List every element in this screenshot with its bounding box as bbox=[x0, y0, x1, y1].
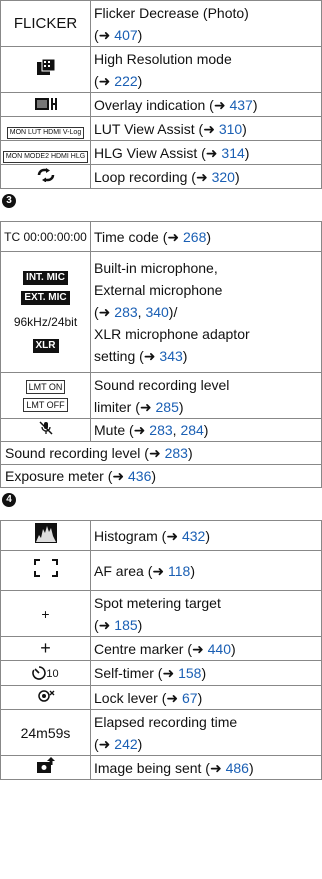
description-cell: Loop recording (➜ 320) bbox=[90, 164, 322, 189]
table-row: 24m59s Elapsed recording time (➜ 242) bbox=[0, 709, 322, 756]
description-cell: Elapsed recording time (➜ 242) bbox=[90, 709, 322, 756]
table-row: AF area (➜ 118) bbox=[0, 550, 322, 591]
loop-icon bbox=[0, 164, 91, 189]
description-cell: Built-in microphone, External microphone… bbox=[90, 251, 322, 373]
icon-table-2: TC 00:00:00:00 Time code (➜ 268) INT. MI… bbox=[0, 221, 322, 488]
table-row: Loop recording (➜ 320) bbox=[0, 164, 322, 189]
audio-format-label: 96kHz/24bit bbox=[13, 315, 78, 329]
page-ref-link[interactable]: 432 bbox=[182, 528, 205, 544]
table-row: Mute (➜ 283, 284) bbox=[0, 418, 322, 442]
section-marker-3: 3 bbox=[0, 189, 322, 213]
description-cell: Image being sent (➜ 486) bbox=[90, 755, 322, 780]
table-row: Exposure meter (➜ 436) bbox=[0, 464, 322, 488]
page-ref-link[interactable]: 343 bbox=[159, 348, 182, 364]
description-cell: Time code (➜ 268) bbox=[90, 221, 322, 252]
page-ref-link[interactable]: 283 bbox=[165, 445, 188, 461]
circled-number: 4 bbox=[2, 493, 16, 507]
description-cell: Spot metering target (➜ 185) bbox=[90, 590, 322, 637]
af-area-icon bbox=[0, 550, 91, 591]
histogram-icon bbox=[0, 520, 91, 551]
description-cell: Centre marker (➜ 440) bbox=[90, 636, 322, 661]
page-ref-link[interactable]: 158 bbox=[178, 665, 201, 681]
page-ref-link[interactable]: 283 bbox=[114, 304, 137, 320]
lock-lever-icon bbox=[0, 685, 91, 710]
table-row: Image being sent (➜ 486) bbox=[0, 755, 322, 780]
timecode-icon: TC 00:00:00:00 bbox=[0, 221, 91, 252]
description-cell: Exposure meter (➜ 436) bbox=[0, 464, 322, 488]
description-cell: Flicker Decrease (Photo) (➜ 407) bbox=[90, 0, 322, 47]
page-ref-link[interactable]: 437 bbox=[229, 97, 252, 113]
page-ref-link[interactable]: 310 bbox=[219, 121, 242, 137]
page-ref-link[interactable]: 283 bbox=[149, 422, 172, 438]
self-timer-icon: 10 bbox=[0, 660, 91, 686]
page-ref-link[interactable]: 436 bbox=[128, 468, 151, 484]
page-ref-link[interactable]: 314 bbox=[221, 145, 244, 161]
description-cell: Self-timer (➜ 158) bbox=[90, 660, 322, 686]
image-sending-icon bbox=[0, 755, 91, 780]
table-row: Histogram (➜ 432) bbox=[0, 520, 322, 551]
table-row: FLICKER Flicker Decrease (Photo) (➜ 407) bbox=[0, 0, 322, 47]
lut-view-assist-icon: MON LUT HDMI V-Log bbox=[0, 116, 91, 141]
overlay-icon bbox=[0, 92, 91, 117]
page-ref-link[interactable]: 285 bbox=[156, 399, 179, 415]
table-row: + Centre marker (➜ 440) bbox=[0, 636, 322, 661]
table-row: MON LUT HDMI V-Log LUT View Assist (➜ 31… bbox=[0, 116, 322, 141]
spot-metering-icon: + bbox=[0, 590, 91, 637]
table-row: Sound recording level (➜ 283) bbox=[0, 441, 322, 465]
table-row: MON MODE2 HDMI HLG HLG View Assist (➜ 31… bbox=[0, 140, 322, 165]
page-ref-link[interactable]: 486 bbox=[226, 760, 249, 776]
description-cell: Mute (➜ 283, 284) bbox=[90, 418, 322, 442]
table-row: LMT ON LMT OFF Sound recording level lim… bbox=[0, 372, 322, 419]
flicker-icon: FLICKER bbox=[0, 0, 91, 47]
limiter-on-icon: LMT ON bbox=[25, 379, 66, 394]
description-cell: Sound recording level limiter (➜ 285) bbox=[90, 372, 322, 419]
microphone-icons: INT. MIC EXT. MIC 96kHz/24bit XLR bbox=[0, 251, 91, 373]
table-row: Lock lever (➜ 67) bbox=[0, 685, 322, 710]
description-cell: HLG View Assist (➜ 314) bbox=[90, 140, 322, 165]
icon-table-3: Histogram (➜ 432) AF area (➜ 118) + Spot… bbox=[0, 520, 322, 780]
description-cell: Sound recording level (➜ 283) bbox=[0, 441, 322, 465]
page-ref-link[interactable]: 242 bbox=[114, 736, 137, 752]
page-ref-link[interactable]: 320 bbox=[212, 169, 235, 185]
page-ref-link[interactable]: 222 bbox=[114, 73, 137, 89]
icon-table-1: FLICKER Flicker Decrease (Photo) (➜ 407) … bbox=[0, 0, 322, 189]
high-resolution-icon bbox=[0, 46, 91, 93]
circled-number: 3 bbox=[2, 194, 16, 208]
page-ref-link[interactable]: 407 bbox=[114, 27, 137, 43]
mute-icon bbox=[0, 418, 91, 442]
hlg-view-assist-icon: MON MODE2 HDMI HLG bbox=[0, 140, 91, 165]
limiter-off-icon: LMT OFF bbox=[23, 397, 68, 412]
table-row: Overlay indication (➜ 437) bbox=[0, 92, 322, 117]
description-cell: High Resolution mode (➜ 222) bbox=[90, 46, 322, 93]
external-mic-icon: EXT. MIC bbox=[21, 291, 70, 305]
page-ref-link[interactable]: 185 bbox=[114, 617, 137, 633]
xlr-icon: XLR bbox=[32, 339, 59, 353]
table-row: 10 Self-timer (➜ 158) bbox=[0, 660, 322, 686]
page-ref-link[interactable]: 440 bbox=[208, 641, 231, 657]
description-cell: AF area (➜ 118) bbox=[90, 550, 322, 591]
description-cell: Lock lever (➜ 67) bbox=[90, 685, 322, 710]
centre-marker-icon: + bbox=[0, 636, 91, 661]
table-row: + Spot metering target (➜ 185) bbox=[0, 590, 322, 637]
section-marker-4: 4 bbox=[0, 488, 322, 512]
description-cell: Overlay indication (➜ 437) bbox=[90, 92, 322, 117]
page-ref-link[interactable]: 67 bbox=[182, 690, 198, 706]
page-ref-link[interactable]: 268 bbox=[183, 229, 206, 245]
table-row: INT. MIC EXT. MIC 96kHz/24bit XLR Built-… bbox=[0, 251, 322, 373]
page-ref-link[interactable]: 340 bbox=[145, 304, 168, 320]
internal-mic-icon: INT. MIC bbox=[23, 271, 68, 285]
table-row: TC 00:00:00:00 Time code (➜ 268) bbox=[0, 221, 322, 252]
description-cell: LUT View Assist (➜ 310) bbox=[90, 116, 322, 141]
table-row: High Resolution mode (➜ 222) bbox=[0, 46, 322, 93]
elapsed-time-label: 24m59s bbox=[0, 709, 91, 756]
page-ref-link[interactable]: 284 bbox=[180, 422, 203, 438]
page-ref-link[interactable]: 118 bbox=[168, 563, 190, 579]
limiter-icons: LMT ON LMT OFF bbox=[0, 372, 91, 419]
description-cell: Histogram (➜ 432) bbox=[90, 520, 322, 551]
